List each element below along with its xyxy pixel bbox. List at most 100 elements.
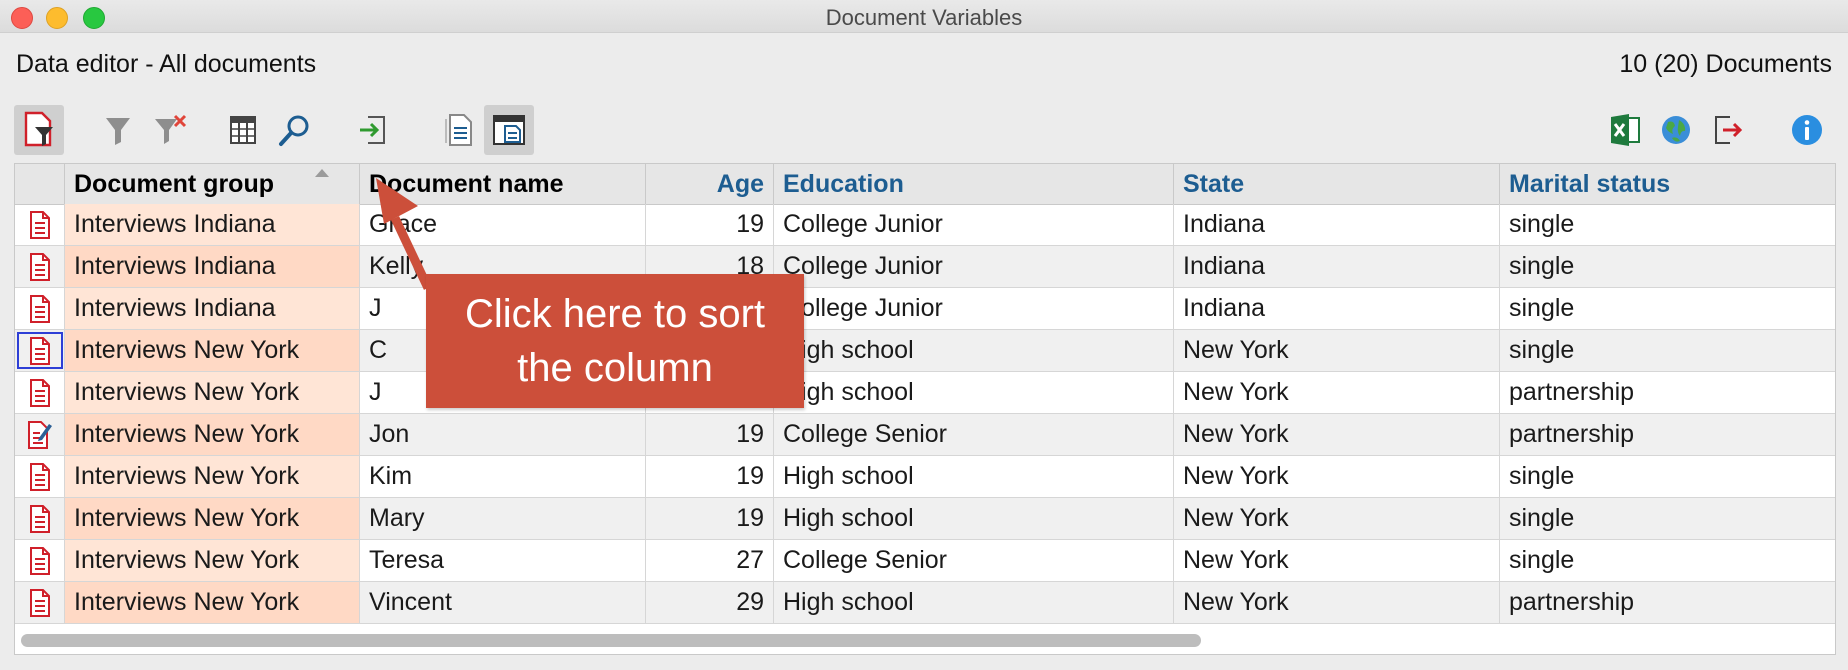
export-button[interactable] xyxy=(1703,105,1753,155)
document-list-button[interactable] xyxy=(434,105,484,155)
cell-name[interactable]: Vincent xyxy=(360,582,646,623)
cell-group[interactable]: Interviews New York xyxy=(65,498,360,539)
cell-age[interactable]: 19 xyxy=(646,204,774,245)
table-row[interactable]: Interviews New YorkJ1High schoolNew York… xyxy=(15,372,1835,414)
document-icon-cell[interactable] xyxy=(15,540,65,581)
table-row[interactable]: Interviews New YorkC8High schoolNew York… xyxy=(15,330,1835,372)
document-icon-cell[interactable] xyxy=(15,204,65,245)
cell-group[interactable]: Interviews New York xyxy=(65,372,360,413)
document-icon-cell[interactable] xyxy=(15,456,65,497)
document-icon-cell[interactable] xyxy=(15,582,65,623)
document-icon[interactable] xyxy=(29,252,51,282)
cell-state[interactable]: New York xyxy=(1174,456,1500,497)
preview-panel-button[interactable] xyxy=(484,105,534,155)
cell-state[interactable]: Indiana xyxy=(1174,204,1500,245)
cell-state[interactable]: New York xyxy=(1174,330,1500,371)
table-row[interactable]: Interviews Indiana Kelly 18 College Junior I… xyxy=(15,246,1835,288)
cell-education[interactable]: College Senior xyxy=(774,414,1174,455)
cell-education[interactable]: College Junior xyxy=(774,288,1174,329)
cell-marital[interactable]: single xyxy=(1500,330,1835,371)
document-icon[interactable] xyxy=(29,504,51,534)
cell-name[interactable]: Grace xyxy=(360,204,646,245)
cell-education[interactable]: High school xyxy=(774,498,1174,539)
filter-toggle-button[interactable] xyxy=(14,105,64,155)
cell-state[interactable]: New York xyxy=(1174,414,1500,455)
cell-group[interactable]: Interviews Indiana xyxy=(65,288,360,329)
header-marital-status[interactable]: Marital status xyxy=(1500,164,1835,204)
table-row[interactable]: Interviews Indiana Grace 19 College Junior I… xyxy=(15,204,1835,246)
document-icon-cell[interactable] xyxy=(15,330,65,371)
cell-age[interactable]: 27 xyxy=(646,540,774,581)
cell-age[interactable]: 29 xyxy=(646,582,774,623)
clear-filter-button[interactable] xyxy=(145,105,195,155)
document-icon[interactable] xyxy=(29,378,51,408)
document-icon[interactable] xyxy=(29,210,51,240)
cell-state[interactable]: Indiana xyxy=(1174,288,1500,329)
cell-marital[interactable]: single xyxy=(1500,456,1835,497)
cell-state[interactable]: New York xyxy=(1174,498,1500,539)
document-icon-cell[interactable] xyxy=(15,414,65,455)
cell-name[interactable]: Mary xyxy=(360,498,646,539)
document-edit-icon[interactable] xyxy=(27,420,53,450)
document-icon[interactable] xyxy=(29,588,51,618)
cell-state[interactable]: New York xyxy=(1174,372,1500,413)
filter-button[interactable] xyxy=(93,105,143,155)
cell-group[interactable]: Interviews Indiana xyxy=(65,204,360,245)
cell-education[interactable]: College Junior xyxy=(774,204,1174,245)
table-row[interactable]: Interviews New York Mary 19 High school New … xyxy=(15,498,1835,540)
document-icon-cell[interactable] xyxy=(15,288,65,329)
cell-group[interactable]: Interviews New York xyxy=(65,456,360,497)
document-icon[interactable] xyxy=(29,336,51,366)
horizontal-scrollbar[interactable] xyxy=(21,634,1201,647)
cell-marital[interactable]: single xyxy=(1500,288,1835,329)
header-education[interactable]: Education xyxy=(774,164,1174,204)
cell-education[interactable]: College Senior xyxy=(774,540,1174,581)
header-document-name[interactable]: Document name xyxy=(360,164,646,204)
table-row[interactable]: Interviews New York Teresa 27 College Senio… xyxy=(15,540,1835,582)
cell-education[interactable]: High school xyxy=(774,456,1174,497)
cell-group[interactable]: Interviews New York xyxy=(65,414,360,455)
cell-marital[interactable]: single xyxy=(1500,246,1835,287)
cell-marital[interactable]: single xyxy=(1500,204,1835,245)
document-icon[interactable] xyxy=(29,294,51,324)
cell-marital[interactable]: partnership xyxy=(1500,582,1835,623)
import-button[interactable] xyxy=(348,105,398,155)
cell-age[interactable]: 19 xyxy=(646,456,774,497)
info-button[interactable] xyxy=(1782,105,1832,155)
cell-education[interactable]: High school xyxy=(774,582,1174,623)
document-icon-cell[interactable] xyxy=(15,372,65,413)
cell-marital[interactable]: partnership xyxy=(1500,372,1835,413)
cell-group[interactable]: Interviews New York xyxy=(65,582,360,623)
document-icon-cell[interactable] xyxy=(15,246,65,287)
table-row[interactable]: Interviews IndianaJ1College JuniorIndian… xyxy=(15,288,1835,330)
cell-name[interactable]: Jon xyxy=(360,414,646,455)
document-icon-cell[interactable] xyxy=(15,498,65,539)
document-icon[interactable] xyxy=(29,546,51,576)
cell-name[interactable]: Teresa xyxy=(360,540,646,581)
cell-education[interactable]: High school xyxy=(774,330,1174,371)
cell-marital[interactable]: partnership xyxy=(1500,414,1835,455)
cell-group[interactable]: Interviews New York xyxy=(65,540,360,581)
header-state[interactable]: State xyxy=(1174,164,1500,204)
table-row[interactable]: Interviews New York Kim 19 High school New Y… xyxy=(15,456,1835,498)
cell-state[interactable]: New York xyxy=(1174,540,1500,581)
search-button[interactable] xyxy=(270,105,320,155)
cell-group[interactable]: Interviews New York xyxy=(65,330,360,371)
header-age[interactable]: Age xyxy=(646,164,774,204)
table-columns-button[interactable] xyxy=(218,105,268,155)
table-row[interactable]: Interviews New York Vincent 29 High school N… xyxy=(15,582,1835,624)
cell-name[interactable]: Kim xyxy=(360,456,646,497)
cell-age[interactable]: 19 xyxy=(646,498,774,539)
cell-marital[interactable]: single xyxy=(1500,540,1835,581)
cell-education[interactable]: College Junior xyxy=(774,246,1174,287)
cell-state[interactable]: Indiana xyxy=(1174,246,1500,287)
table-row[interactable]: Interviews New York Jon 19 College Senior Ne… xyxy=(15,414,1835,456)
cell-state[interactable]: New York xyxy=(1174,582,1500,623)
cell-education[interactable]: High school xyxy=(774,372,1174,413)
sort-ascending-icon[interactable] xyxy=(315,169,329,177)
cell-group[interactable]: Interviews Indiana xyxy=(65,246,360,287)
cell-age[interactable]: 19 xyxy=(646,414,774,455)
export-web-button[interactable] xyxy=(1651,105,1701,155)
export-excel-button[interactable] xyxy=(1600,105,1650,155)
cell-marital[interactable]: single xyxy=(1500,498,1835,539)
